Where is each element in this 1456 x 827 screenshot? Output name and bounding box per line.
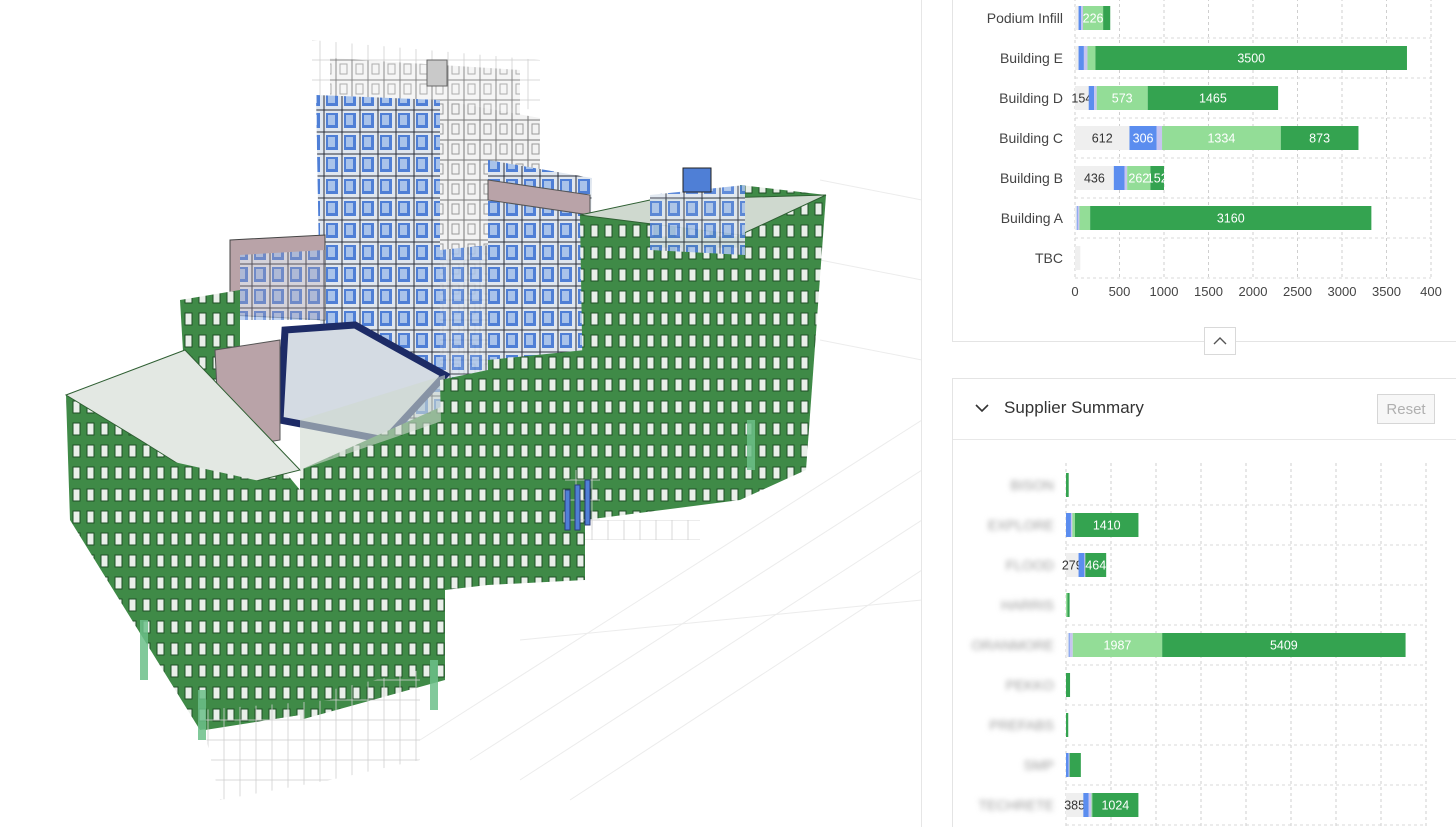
- category-label[interactable]: Building E: [1000, 50, 1063, 66]
- building-summary-chart: Podium Infill 226 Building E 3500 Building D…: [987, 0, 1442, 299]
- 3d-model-viewport[interactable]: [0, 0, 922, 827]
- category-label[interactable]: BISON: [1010, 477, 1054, 493]
- bar-segment[interactable]: [1083, 793, 1089, 817]
- bar-segment[interactable]: [1069, 753, 1081, 777]
- x-tick-label: 2500: [1283, 284, 1312, 299]
- bar-segment[interactable]: [1088, 86, 1095, 110]
- building-summary-card: Podium Infill 226 Building E 3500 Building D…: [952, 0, 1456, 342]
- bar-value-label: 464: [1085, 559, 1106, 573]
- bar-segment[interactable]: [1067, 593, 1070, 617]
- podium-structure: [200, 700, 330, 800]
- bar-segment[interactable]: [1078, 46, 1084, 70]
- summary-panel: Podium Infill 226 Building E 3500 Building D…: [922, 0, 1456, 827]
- bar-segment[interactable]: [1075, 246, 1081, 270]
- bar-segment[interactable]: [1068, 753, 1070, 777]
- x-tick-label: 1500: [1194, 284, 1223, 299]
- bar-value-label: 5409: [1270, 639, 1298, 653]
- category-label[interactable]: Podium Infill: [987, 10, 1063, 26]
- bar-segment[interactable]: [1075, 206, 1077, 230]
- bar-value-label: 1987: [1104, 639, 1132, 653]
- bar-segment[interactable]: [1077, 206, 1080, 230]
- category-label[interactable]: PEKKO: [1006, 677, 1054, 693]
- bar-segment[interactable]: [1075, 46, 1079, 70]
- x-tick-label: 2000: [1239, 284, 1268, 299]
- bar-segment[interactable]: [1066, 713, 1069, 737]
- bar-segment[interactable]: [1068, 633, 1070, 657]
- category-label[interactable]: Building B: [1000, 170, 1063, 186]
- bar-segment[interactable]: [1066, 633, 1069, 657]
- bar-segment[interactable]: [1066, 593, 1068, 617]
- bar-value-label: 306: [1133, 132, 1154, 146]
- bar-segment[interactable]: [1088, 793, 1092, 817]
- category-label[interactable]: TECHRETE: [979, 797, 1054, 813]
- category-label[interactable]: Building A: [1001, 210, 1064, 226]
- category-label[interactable]: Building C: [999, 130, 1063, 146]
- bar-value-label: 873: [1309, 132, 1330, 146]
- bar-value-label: 152: [1147, 172, 1168, 186]
- bar-value-label: 3500: [1237, 52, 1265, 66]
- supplier-summary-chart: BISONEXPLORE 1410FLOOD 279 464HARRISORANMOR…: [972, 463, 1427, 827]
- bar-segment[interactable]: [1075, 6, 1079, 30]
- category-label[interactable]: ORANMORE: [972, 637, 1054, 653]
- x-tick-label: 400: [1420, 284, 1442, 299]
- bar-value-label: 385: [1064, 799, 1085, 813]
- bar-segment[interactable]: [1076, 206, 1078, 230]
- category-label[interactable]: TBC: [1035, 250, 1063, 266]
- bar-value-label: 3160: [1217, 212, 1245, 226]
- x-tick-label: 0: [1071, 284, 1078, 299]
- bar-segment[interactable]: [1078, 553, 1085, 577]
- category-label[interactable]: Building D: [999, 90, 1063, 106]
- bar-segment[interactable]: [1113, 166, 1125, 190]
- bar-segment[interactable]: [1103, 6, 1111, 30]
- category-label[interactable]: EXPLORE: [988, 517, 1054, 533]
- bar-segment[interactable]: [1066, 513, 1071, 537]
- bar-value-label: 1024: [1101, 799, 1129, 813]
- bar-value-label: 573: [1112, 92, 1133, 106]
- bar-segment[interactable]: [1072, 513, 1075, 537]
- x-tick-label: 3000: [1328, 284, 1357, 299]
- east-tower-front: [580, 215, 740, 520]
- chevron-up-icon: [1213, 337, 1227, 345]
- x-tick-label: 3500: [1372, 284, 1401, 299]
- bar-segment[interactable]: [1078, 6, 1082, 30]
- bar-value-label: 226: [1083, 12, 1104, 26]
- bar-segment[interactable]: [1083, 46, 1088, 70]
- bar-segment[interactable]: [1066, 473, 1069, 497]
- x-tick-label: 1000: [1150, 284, 1179, 299]
- category-label[interactable]: HARRIS: [1001, 597, 1054, 613]
- collapse-toggle-button[interactable]: [1204, 327, 1236, 355]
- bar-segment[interactable]: [1156, 126, 1163, 150]
- bar-segment[interactable]: [1087, 46, 1096, 70]
- bar-segment[interactable]: [1070, 513, 1073, 537]
- building-model-render[interactable]: [0, 0, 922, 827]
- bar-segment[interactable]: [1094, 86, 1097, 110]
- bar-segment[interactable]: [1124, 166, 1128, 190]
- bar-segment[interactable]: [1066, 673, 1071, 697]
- bar-value-label: 612: [1092, 132, 1113, 146]
- bar-segment[interactable]: [1069, 633, 1073, 657]
- bar-value-label: 1410: [1093, 519, 1121, 533]
- supplier-summary-card: Supplier Summary Reset BISON EXPLORE 1410 F…: [952, 378, 1456, 827]
- bar-value-label: 1334: [1207, 132, 1235, 146]
- bar-segment[interactable]: [1066, 753, 1069, 777]
- category-label[interactable]: PREFABS: [989, 717, 1054, 733]
- bar-value-label: 436: [1084, 172, 1105, 186]
- category-label[interactable]: SMP: [1024, 757, 1054, 773]
- bar-segment[interactable]: [1079, 206, 1091, 230]
- x-tick-label: 500: [1109, 284, 1131, 299]
- bar-value-label: 1465: [1199, 92, 1227, 106]
- category-label[interactable]: FLOOD: [1006, 557, 1054, 573]
- bar-segment[interactable]: [1091, 793, 1093, 817]
